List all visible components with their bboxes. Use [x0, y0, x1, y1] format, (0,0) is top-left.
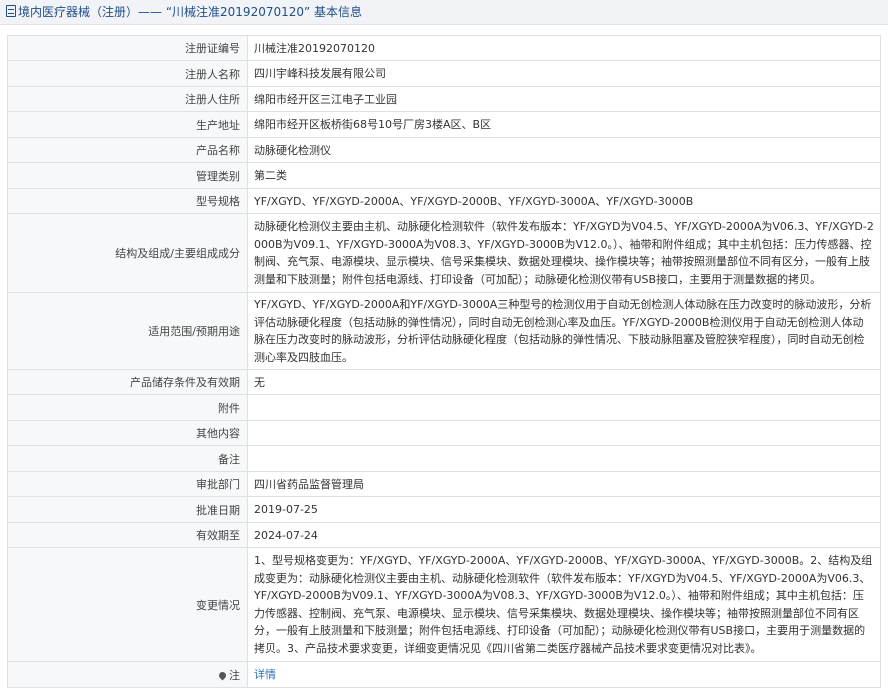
- row-production-address: 生产地址 绵阳市经开区板桥街68号10号厂房3楼A区、B区: [7, 111, 881, 138]
- row-registrant-name: 注册人名称 四川宇峰科技发展有限公司: [7, 60, 881, 87]
- row-label: 注册人住所: [7, 86, 248, 112]
- row-label: 生产地址: [7, 111, 248, 138]
- row-label: 备注: [7, 445, 248, 472]
- row-value: YF/XGYD、YF/XGYD-2000A和YF/XGYD-3000A三种型号的…: [247, 292, 881, 370]
- row-value: 四川宇峰科技发展有限公司: [247, 60, 881, 87]
- row-label: 注册证编号: [7, 35, 248, 61]
- row-label: 适用范围/预期用途: [7, 292, 248, 370]
- row-change-history: 变更情况 1、型号规格变更为：YF/XGYD、YF/XGYD-2000A、YF/…: [7, 547, 881, 662]
- row-registrant-address: 注册人住所 绵阳市经开区三江电子工业园: [7, 86, 881, 112]
- row-label: 管理类别: [7, 162, 248, 189]
- row-value: 2019-07-25: [247, 496, 881, 523]
- page-header: 境内医疗器械（注册）—— “川械注准20192070120” 基本信息: [0, 0, 888, 25]
- row-approval-date: 批准日期 2019-07-25: [7, 496, 881, 523]
- details-link[interactable]: 详情: [254, 668, 276, 681]
- row-label: 其他内容: [7, 420, 248, 446]
- row-value: [247, 445, 881, 472]
- pin-icon: [217, 670, 228, 680]
- row-approval-department: 审批部门 四川省药品监督管理局: [7, 471, 881, 497]
- row-product-name: 产品名称 动脉硬化检测仪: [7, 137, 881, 163]
- row-label-note: 注: [7, 661, 248, 688]
- row-value: 绵阳市经开区三江电子工业园: [247, 86, 881, 112]
- row-value: YF/XGYD、YF/XGYD-2000A、YF/XGYD-2000B、YF/X…: [247, 188, 881, 214]
- row-value: 2024-07-24: [247, 522, 881, 548]
- row-label: 产品名称: [7, 137, 248, 163]
- row-value: 1、型号规格变更为：YF/XGYD、YF/XGYD-2000A、YF/XGYD-…: [247, 547, 881, 662]
- row-label: 产品储存条件及有效期: [7, 369, 248, 395]
- row-value: 动脉硬化检测仪: [247, 137, 881, 163]
- row-value: 动脉硬化检测仪主要由主机、动脉硬化检测软件（软件发布版本：YF/XGYD为V04…: [247, 213, 881, 293]
- row-valid-until: 有效期至 2024-07-24: [7, 522, 881, 548]
- row-other-content: 其他内容: [7, 420, 881, 446]
- row-note: 注 详情: [7, 661, 881, 688]
- info-table: 注册证编号 川械注准20192070120 注册人名称 四川宇峰科技发展有限公司…: [7, 35, 881, 688]
- row-intended-use: 适用范围/预期用途 YF/XGYD、YF/XGYD-2000A和YF/XGYD-…: [7, 292, 881, 370]
- row-model-spec: 型号规格 YF/XGYD、YF/XGYD-2000A、YF/XGYD-2000B…: [7, 188, 881, 214]
- row-value: [247, 420, 881, 446]
- page-title: 境内医疗器械（注册）—— “川械注准20192070120” 基本信息: [18, 5, 363, 19]
- document-icon: [6, 5, 16, 17]
- row-value: [247, 394, 881, 421]
- row-registration-number: 注册证编号 川械注准20192070120: [7, 35, 881, 61]
- row-label: 变更情况: [7, 547, 248, 662]
- row-label: 注册人名称: [7, 60, 248, 87]
- row-storage-conditions: 产品储存条件及有效期 无: [7, 369, 881, 395]
- row-label: 审批部门: [7, 471, 248, 497]
- row-value: 详情: [247, 661, 881, 688]
- row-label-text: 注: [229, 668, 240, 682]
- row-attachments: 附件: [7, 394, 881, 421]
- row-value: 四川省药品监督管理局: [247, 471, 881, 497]
- row-label: 有效期至: [7, 522, 248, 548]
- row-label: 附件: [7, 394, 248, 421]
- row-remarks: 备注: [7, 445, 881, 472]
- row-value: 第二类: [247, 162, 881, 189]
- row-management-category: 管理类别 第二类: [7, 162, 881, 189]
- row-structure-composition: 结构及组成/主要组成成分 动脉硬化检测仪主要由主机、动脉硬化检测软件（软件发布版…: [7, 213, 881, 293]
- row-value: 无: [247, 369, 881, 395]
- row-label: 结构及组成/主要组成成分: [7, 213, 248, 293]
- row-label: 批准日期: [7, 496, 248, 523]
- row-label: 型号规格: [7, 188, 248, 214]
- row-value: 川械注准20192070120: [247, 35, 881, 61]
- row-value: 绵阳市经开区板桥街68号10号厂房3楼A区、B区: [247, 111, 881, 138]
